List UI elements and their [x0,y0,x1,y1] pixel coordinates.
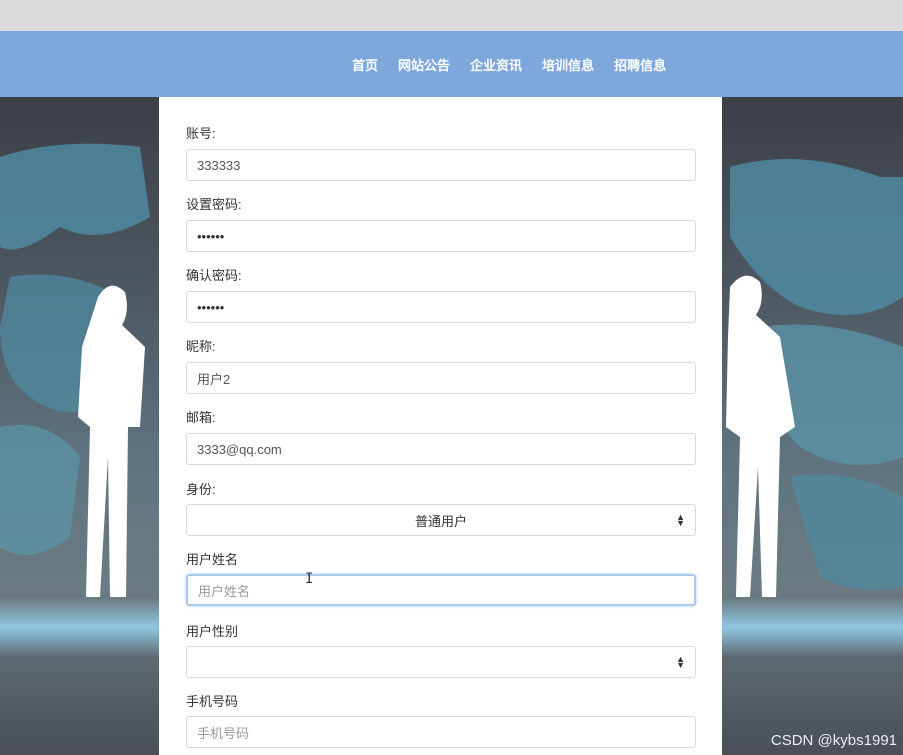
browser-top-bar [0,0,903,31]
password-input[interactable]: •••••• [186,220,696,252]
email-label: 邮箱: [186,410,216,425]
phone-input[interactable]: 手机号码 [186,716,696,748]
nickname-input[interactable]: 用户2 [186,362,696,394]
nav-item-training[interactable]: 培训信息 [532,55,604,74]
account-input[interactable]: 333333 [186,149,696,181]
confirm-password-input[interactable]: •••••• [186,291,696,323]
gender-label: 用户性别 [186,624,239,639]
identity-select[interactable]: 普通用户 ▲ ▼ [186,504,696,536]
nav-menu: 首页 网站公告 企业资讯 培训信息 招聘信息 [342,31,676,97]
nav-item-home[interactable]: 首页 [342,55,388,74]
select-arrows-icon: ▲ ▼ [676,512,685,528]
nickname-label: 昵称: [186,339,216,354]
identity-label: 身份: [186,482,216,497]
identity-select-value: 普通用户 [414,513,467,529]
nav-item-announcements[interactable]: 网站公告 [388,55,460,74]
select-arrows-icon: ▲ ▼ [676,654,685,670]
registration-form-panel: 账号: 333333 设置密码: •••••• 确认密码: •••••• 昵称:… [159,97,722,755]
real-name-label: 用户姓名 [186,552,239,567]
confirm-password-label: 确认密码: [186,268,242,283]
real-name-input[interactable]: 用户姓名 [186,574,696,606]
password-label: 设置密码: [186,197,242,212]
top-navbar: 首页 网站公告 企业资讯 培训信息 招聘信息 [0,31,903,97]
text-cursor-icon: I [305,571,314,587]
nav-item-jobs[interactable]: 招聘信息 [604,55,676,74]
email-input[interactable]: 3333@qq.com [186,433,696,465]
watermark: CSDN @kybs1991 [770,732,897,749]
phone-label: 手机号码 [186,694,239,709]
nav-item-company-news[interactable]: 企业资讯 [460,55,532,74]
gender-select[interactable]: ▲ ▼ [186,646,696,678]
account-label: 账号: [186,126,216,141]
